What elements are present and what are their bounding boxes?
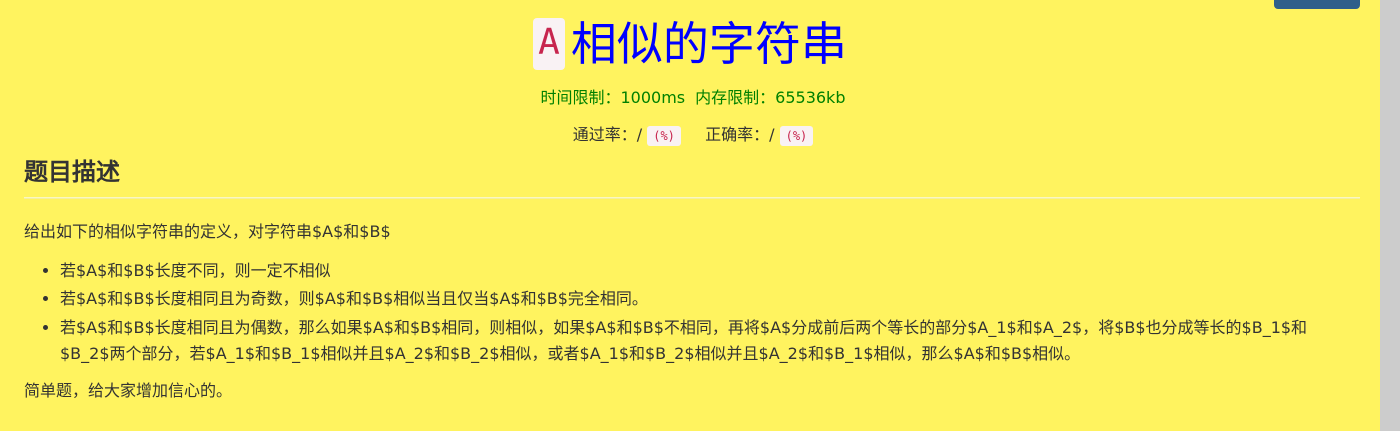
description-intro: 给出如下的相似字符串的定义，对字符串$A$和$B$	[24, 222, 391, 241]
correct-rate-label: 正确率：/	[705, 125, 775, 144]
problem-header: A 相似的字符串	[0, 14, 1380, 74]
pass-rate-label: 通过率：/	[572, 125, 643, 144]
top-nav-button[interactable]	[1274, 0, 1360, 9]
problem-title: 相似的字符串	[570, 17, 847, 71]
memory-limit: 内存限制：65536kb	[695, 88, 846, 107]
rule-item: 若$A$和$B$长度相同且为奇数，则$A$和$B$相似当且仅当$A$和$B$完全…	[60, 287, 1354, 311]
problem-description: 给出如下的相似字符串的定义，对字符串$A$和$B$ 若$A$和$B$长度不同，则…	[24, 220, 1354, 403]
pass-rate-percent: (%)	[647, 125, 681, 146]
problem-label-badge: A	[533, 18, 565, 70]
description-note: 简单题，给大家增加信心的。	[24, 381, 233, 400]
rule-item: 若$A$和$B$长度不同，则一定不相似	[60, 259, 1354, 283]
section-divider	[24, 197, 1360, 199]
correct-rate-percent: (%)	[779, 125, 814, 146]
problem-page: A 相似的字符串 时间限制：1000ms 内存限制：65536kb 通过率：/ (%…	[0, 0, 1380, 431]
time-limit: 时间限制：1000ms	[540, 88, 686, 107]
section-heading: 题目描述	[24, 158, 120, 186]
problem-rates: 通过率：/ (%) 正确率：/ (%)	[0, 121, 1386, 146]
problem-limits: 时间限制：1000ms 内存限制：65536kb	[0, 84, 1386, 108]
rule-item: 若$A$和$B$长度相同且为偶数，那么如果$A$和$B$相同，则相似，如果$A$…	[60, 315, 1310, 367]
rule-list: 若$A$和$B$长度不同，则一定不相似 若$A$和$B$长度相同且为奇数，则$A…	[24, 259, 1354, 367]
scrollbar[interactable]	[1380, 0, 1400, 431]
